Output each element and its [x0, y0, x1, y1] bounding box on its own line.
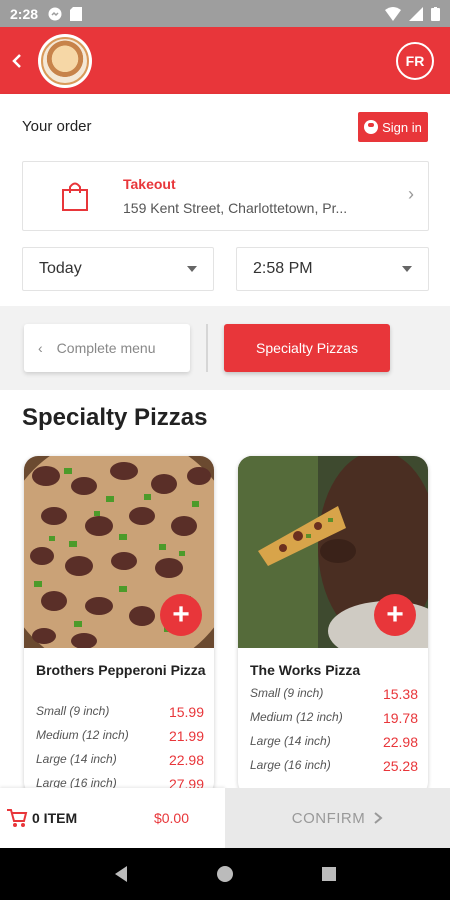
- size-label: Large (14 inch): [36, 752, 117, 766]
- cart-icon: [7, 809, 28, 827]
- time-select[interactable]: 2:58 PM: [236, 247, 429, 291]
- size-row[interactable]: Large (16 inch) 25.28: [250, 758, 418, 774]
- size-label: Large (16 inch): [250, 758, 331, 772]
- sign-in-button[interactable]: Sign in: [358, 112, 428, 142]
- store-address: 159 Kent Street, Charlottetown, Pr...: [123, 200, 348, 216]
- size-label: Small (9 inch): [36, 704, 110, 718]
- menu-item-card[interactable]: + The Works Pizza Small (9 inch) 15.38 M…: [238, 456, 428, 796]
- confirm-label: CONFIRM: [291, 809, 366, 827]
- size-label: Small (9 inch): [250, 686, 324, 700]
- home-circle-icon[interactable]: [216, 865, 234, 883]
- complete-menu-label: Complete menu: [56, 340, 156, 356]
- battery-icon: [431, 6, 440, 21]
- cart-bar: 0 ITEM $0.00 CONFIRM: [0, 788, 450, 848]
- category-nav: ‹ Complete menu Specialty Pizzas: [0, 306, 450, 390]
- size-price: 15.99: [168, 704, 204, 720]
- size-price: 22.98: [168, 752, 204, 768]
- size-label: Medium (12 inch): [250, 710, 343, 724]
- restaurant-logo[interactable]: [38, 33, 92, 88]
- chevron-right-icon: [374, 812, 383, 824]
- dropdown-arrow-icon: [187, 266, 197, 272]
- cart-summary[interactable]: 0 ITEM $0.00: [0, 788, 225, 848]
- language-toggle-button[interactable]: FR: [396, 41, 434, 80]
- menu-item-card[interactable]: + Brothers Pepperoni Pizza Small (9 inch…: [24, 456, 214, 796]
- status-time: 2:28: [10, 5, 39, 22]
- complete-menu-button[interactable]: ‹ Complete menu: [24, 324, 190, 372]
- recents-square-icon[interactable]: [321, 866, 337, 882]
- cart-total: $0.00: [153, 810, 189, 826]
- size-price: 19.78: [382, 710, 418, 726]
- time-value: 2:58 PM: [253, 260, 313, 277]
- size-row[interactable]: Small (9 inch) 15.99: [36, 704, 204, 720]
- size-label: Medium (12 inch): [36, 728, 129, 742]
- user-icon: [364, 120, 379, 134]
- size-label: Large (14 inch): [250, 734, 331, 748]
- back-arrow-icon: [12, 53, 21, 68]
- sim-card-icon: [70, 6, 83, 21]
- item-name: The Works Pizza: [250, 662, 361, 678]
- item-name: Brothers Pepperoni Pizza: [36, 662, 206, 678]
- size-row[interactable]: Large (14 inch) 22.98: [250, 734, 418, 750]
- sign-in-label: Sign in: [382, 119, 422, 135]
- size-price: 25.28: [382, 758, 418, 774]
- shopping-bag-icon: [62, 182, 88, 211]
- divider: [206, 324, 208, 372]
- status-bar: 2:28: [0, 0, 450, 27]
- takeout-label: Takeout: [123, 176, 176, 192]
- chevron-left-icon: ‹: [38, 340, 43, 356]
- signal-icon: [409, 6, 423, 21]
- system-nav-bar: [0, 848, 450, 900]
- specialty-pizzas-tab[interactable]: Specialty Pizzas: [224, 324, 390, 372]
- day-select[interactable]: Today: [22, 247, 214, 291]
- chevron-right-icon: ›: [408, 184, 414, 204]
- size-row[interactable]: Small (9 inch) 15.38: [250, 686, 418, 702]
- dropdown-arrow-icon: [402, 266, 412, 272]
- add-to-cart-button[interactable]: +: [374, 594, 416, 636]
- size-price: 15.38: [382, 686, 418, 702]
- messenger-icon: [48, 7, 62, 20]
- app-bar: FR: [0, 27, 450, 94]
- back-triangle-icon[interactable]: [113, 865, 129, 883]
- size-row[interactable]: Medium (12 inch) 21.99: [36, 728, 204, 744]
- add-to-cart-button[interactable]: +: [160, 594, 202, 636]
- section-title: Specialty Pizzas: [22, 404, 208, 431]
- back-button[interactable]: [2, 27, 32, 94]
- takeout-selector[interactable]: Takeout 159 Kent Street, Charlottetown, …: [22, 161, 429, 231]
- size-price: 21.99: [168, 728, 204, 744]
- order-panel: Your order Sign in Takeout 159 Kent Stre…: [0, 94, 450, 306]
- day-value: Today: [39, 260, 82, 277]
- cart-count: 0 ITEM: [32, 810, 78, 826]
- order-title: Your order: [22, 118, 92, 135]
- size-row[interactable]: Large (14 inch) 22.98: [36, 752, 204, 768]
- confirm-button[interactable]: CONFIRM: [225, 788, 450, 848]
- size-price: 22.98: [382, 734, 418, 750]
- wifi-icon: [385, 6, 401, 21]
- size-row[interactable]: Medium (12 inch) 19.78: [250, 710, 418, 726]
- logo-artwork: [41, 36, 89, 85]
